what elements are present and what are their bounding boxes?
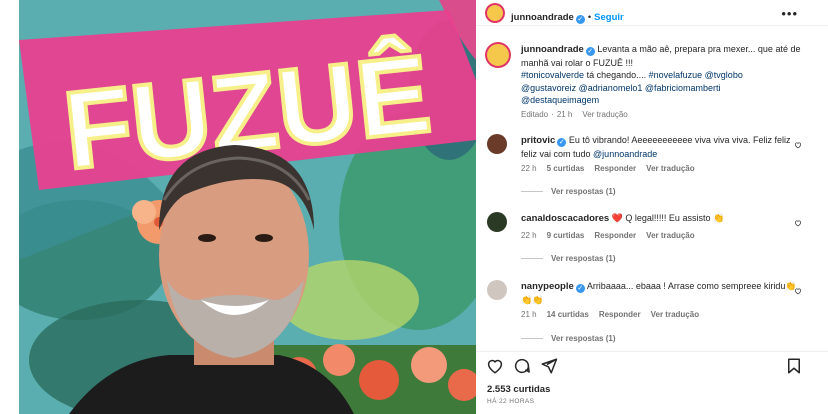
hashtag-link[interactable]: #novelafuzue @tvglobo: [649, 70, 743, 80]
commenter-avatar[interactable]: [487, 280, 507, 300]
posted-time[interactable]: HÁ 22 HORAS: [487, 398, 534, 405]
comment-likes[interactable]: 14 curtidas: [547, 310, 589, 319]
comment-likes[interactable]: 9 curtidas: [547, 231, 585, 240]
like-comment-heart-icon[interactable]: [794, 287, 802, 295]
post-image-art: FUZUÊ: [19, 0, 476, 414]
post-header: junnoandrade ✓ • Seguir •••: [476, 0, 828, 26]
comment-text: canaldoscacadores ❤️ Q legal!!!!! Eu ass…: [521, 212, 803, 226]
likes-count[interactable]: 2.553 curtidas: [487, 384, 550, 395]
verified-badge-icon: ✓: [585, 47, 595, 56]
verified-badge-icon: ✓: [557, 138, 567, 147]
comment-likes[interactable]: 5 curtidas: [547, 164, 585, 173]
comment-time[interactable]: 22 h: [521, 231, 537, 240]
like-comment-heart-icon[interactable]: [794, 141, 802, 149]
separator-dot: •: [587, 12, 592, 23]
verified-badge-icon: ✓: [575, 284, 585, 293]
view-replies-button[interactable]: Ver respostas (1): [521, 254, 615, 263]
view-replies-button[interactable]: Ver respostas (1): [521, 187, 615, 196]
translate-link[interactable]: Ver tradução: [651, 310, 699, 319]
translate-link[interactable]: Ver tradução: [582, 110, 627, 119]
comment-text: pritovic ✓ Eu tô vibrando! Aeeeeeeeeeee v…: [521, 134, 803, 160]
comment-meta: 22 h 9 curtidas Responder Ver tradução: [521, 231, 705, 240]
comment-meta: 21 h 14 curtidas Responder Ver tradução: [521, 310, 709, 319]
like-comment-heart-icon[interactable]: [794, 219, 802, 227]
edited-label: Editado: [521, 110, 549, 119]
reply-button[interactable]: Responder: [594, 164, 636, 173]
caption-author-avatar[interactable]: [485, 42, 511, 68]
reply-button[interactable]: Responder: [594, 231, 636, 240]
view-replies-button[interactable]: Ver respostas (1): [521, 334, 615, 343]
comment-time[interactable]: 22 h: [521, 164, 537, 173]
hashtag-link[interactable]: #tonicovalverde: [521, 70, 584, 80]
mention-link[interactable]: @destaqueimagem: [521, 95, 599, 105]
post-detail-panel: junnoandrade ✓ • Seguir ••• junnoandrade ✓ L…: [476, 0, 828, 414]
post-image[interactable]: FUZUÊ: [19, 0, 476, 414]
more-options-icon[interactable]: •••: [781, 6, 798, 21]
comment-bubble-icon[interactable]: [513, 357, 531, 375]
commenter-avatar[interactable]: [487, 134, 507, 154]
post-actions-bar: 2.553 curtidas HÁ 22 HORAS: [476, 351, 828, 414]
like-heart-icon[interactable]: [486, 357, 504, 375]
left-margin: [0, 0, 19, 414]
commenter-avatar[interactable]: [487, 212, 507, 232]
comment-body: ❤️ Q legal!!!!! Eu assisto 👏: [611, 213, 725, 223]
mention-links[interactable]: @gustavoreiz @adrianomelo1 @fabriciomamb…: [521, 83, 721, 93]
mention-link[interactable]: @junnoandrade: [593, 149, 657, 159]
comment-meta: 22 h 5 curtidas Responder Ver tradução: [521, 164, 705, 173]
comment-username[interactable]: canaldoscacadores: [521, 213, 609, 224]
translate-link[interactable]: Ver tradução: [646, 164, 694, 173]
comment-username[interactable]: nanypeople: [521, 281, 574, 292]
comments-list: junnoandrade ✓ Levanta a mão aê, prepara …: [476, 26, 828, 351]
separator-dot: ·: [551, 110, 554, 119]
comment-text: nanypeople ✓ Arribaaaa... ebaaa ! Arrase …: [521, 280, 803, 306]
follow-button[interactable]: Seguir: [594, 12, 624, 23]
caption-username[interactable]: junnoandrade: [521, 44, 584, 55]
author-username[interactable]: junnoandrade: [511, 12, 574, 23]
author-avatar[interactable]: [485, 3, 505, 23]
comment-username[interactable]: pritovic: [521, 135, 555, 146]
comment-time[interactable]: 21 h: [521, 310, 537, 319]
translate-link[interactable]: Ver tradução: [646, 231, 694, 240]
reply-button[interactable]: Responder: [599, 310, 641, 319]
caption-meta: Editado · 21 h Ver tradução: [521, 110, 638, 119]
caption-time[interactable]: 21 h: [557, 110, 573, 119]
caption-body-rest: tá chegando....: [586, 70, 647, 80]
verified-badge-icon: ✓: [575, 15, 585, 24]
save-bookmark-icon[interactable]: [785, 357, 803, 375]
share-send-icon[interactable]: [540, 357, 558, 375]
caption-text: junnoandrade ✓ Levanta a mão aê, prepara …: [521, 43, 803, 107]
